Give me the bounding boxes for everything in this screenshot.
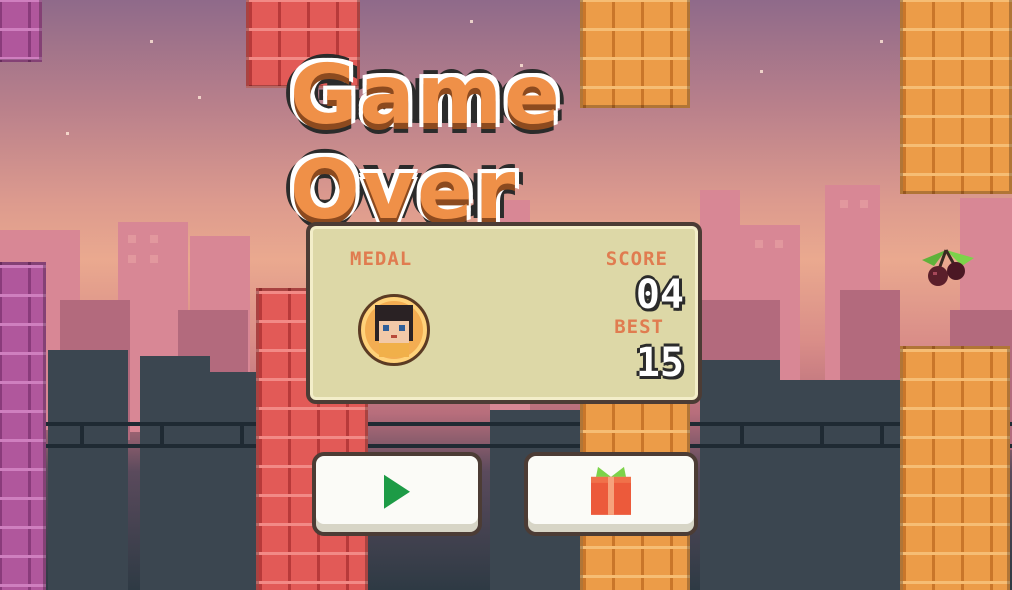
- play-again-button[interactable]: [312, 452, 482, 536]
- play-icon: [384, 474, 410, 509]
- gift-button[interactable]: [524, 452, 698, 536]
- pillar-left-bottom: [0, 262, 46, 590]
- score-panel: MEDAL SCORE 04 BEST 15: [306, 222, 702, 404]
- pillar-left-top: [0, 0, 42, 62]
- medal-label: MEDAL: [350, 248, 413, 270]
- pillar-orange-right-top: [900, 0, 1012, 194]
- score-label: SCORE: [605, 248, 668, 270]
- girl-face-icon: [375, 305, 413, 357]
- medal-badge: [358, 294, 430, 366]
- best-value: 15: [635, 340, 684, 386]
- score-value: 04: [635, 272, 684, 318]
- best-label: BEST: [614, 316, 664, 338]
- game-over-title: Game Over: [290, 48, 562, 238]
- game-scene: Game Over MEDAL SCORE 04 BEST 15: [0, 0, 1012, 590]
- gift-icon: [591, 466, 631, 515]
- cherry-icon: [922, 249, 974, 286]
- pillar-orange-right-bottom: [900, 346, 1010, 590]
